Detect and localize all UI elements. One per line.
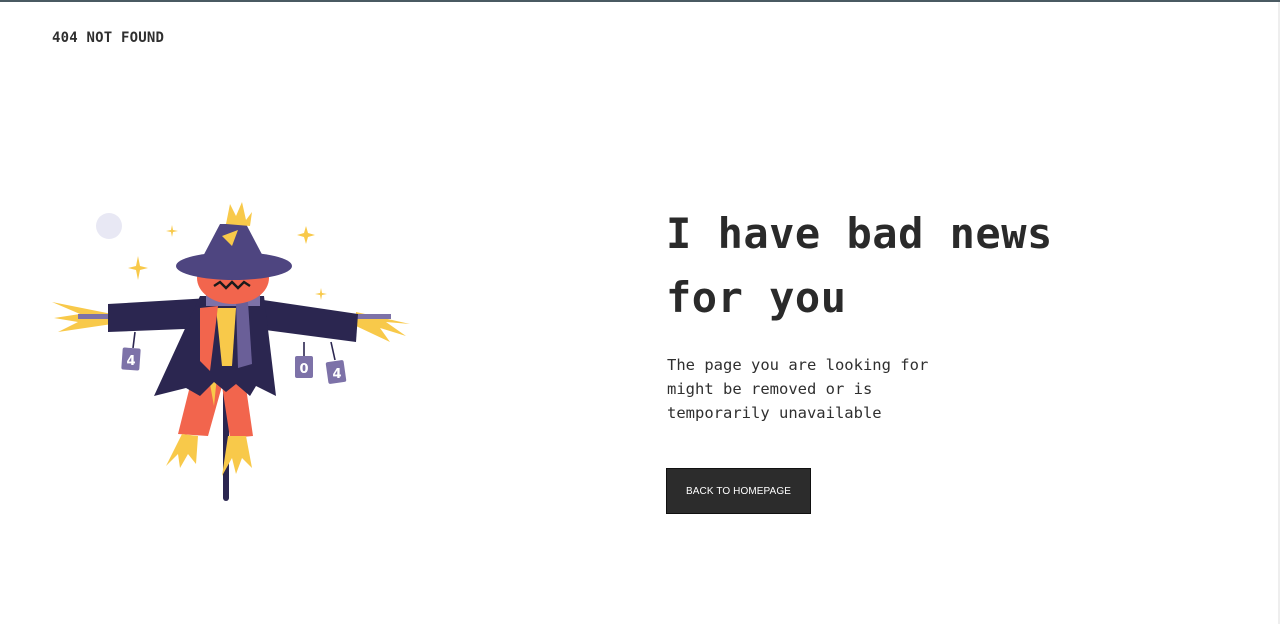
moon-icon xyxy=(96,213,122,239)
sparkle-icon xyxy=(166,225,178,237)
top-border xyxy=(0,0,1280,2)
can-4-right: 4 xyxy=(325,360,347,384)
can-0-middle: 0 xyxy=(295,356,313,378)
sparkle-icon xyxy=(297,226,315,244)
sparkle-icon xyxy=(315,288,327,300)
straw-left-foot xyxy=(166,434,198,468)
hat-straw xyxy=(226,202,252,226)
sparkle-icon xyxy=(128,256,148,280)
scarecrow-icon: 4 0 4 xyxy=(52,202,410,501)
error-headline: I have bad news for you xyxy=(666,209,1053,322)
can-label: 4 xyxy=(332,367,341,382)
can-label: 4 xyxy=(126,354,135,369)
scarecrow-illustration: 4 0 4 xyxy=(50,196,416,506)
back-to-homepage-button[interactable]: BACK TO HOMEPAGE xyxy=(666,468,811,514)
error-message: The page you are looking for might be re… xyxy=(667,356,929,422)
can-label: 0 xyxy=(299,362,308,377)
can-4-left: 4 xyxy=(121,347,141,371)
brand-label: 404 NOT FOUND xyxy=(52,30,165,46)
